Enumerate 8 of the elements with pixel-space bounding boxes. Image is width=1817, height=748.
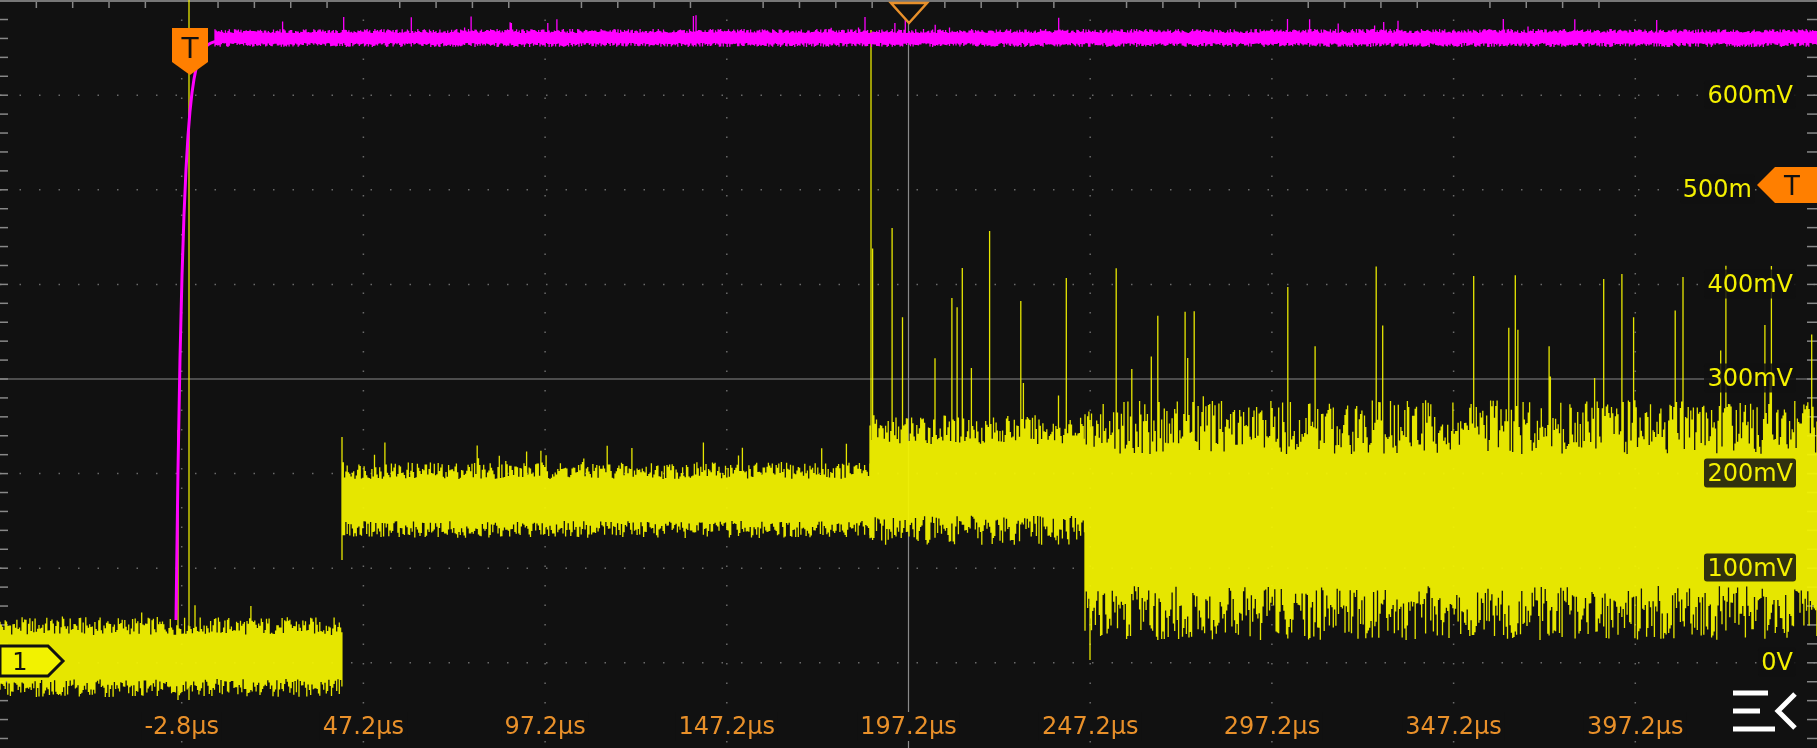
channel-marker[interactable]: 1 [0, 644, 66, 678]
voltage-label: 300mV [1704, 364, 1796, 393]
trigger-marker[interactable]: T [172, 28, 208, 75]
menu-icon[interactable] [1730, 690, 1798, 732]
trigger-level-marker[interactable]: T [1757, 167, 1817, 203]
time-reference-marker-icon[interactable] [888, 1, 930, 25]
voltage-label: 200mV [1704, 458, 1796, 488]
voltage-label: 100mV [1704, 553, 1796, 582]
